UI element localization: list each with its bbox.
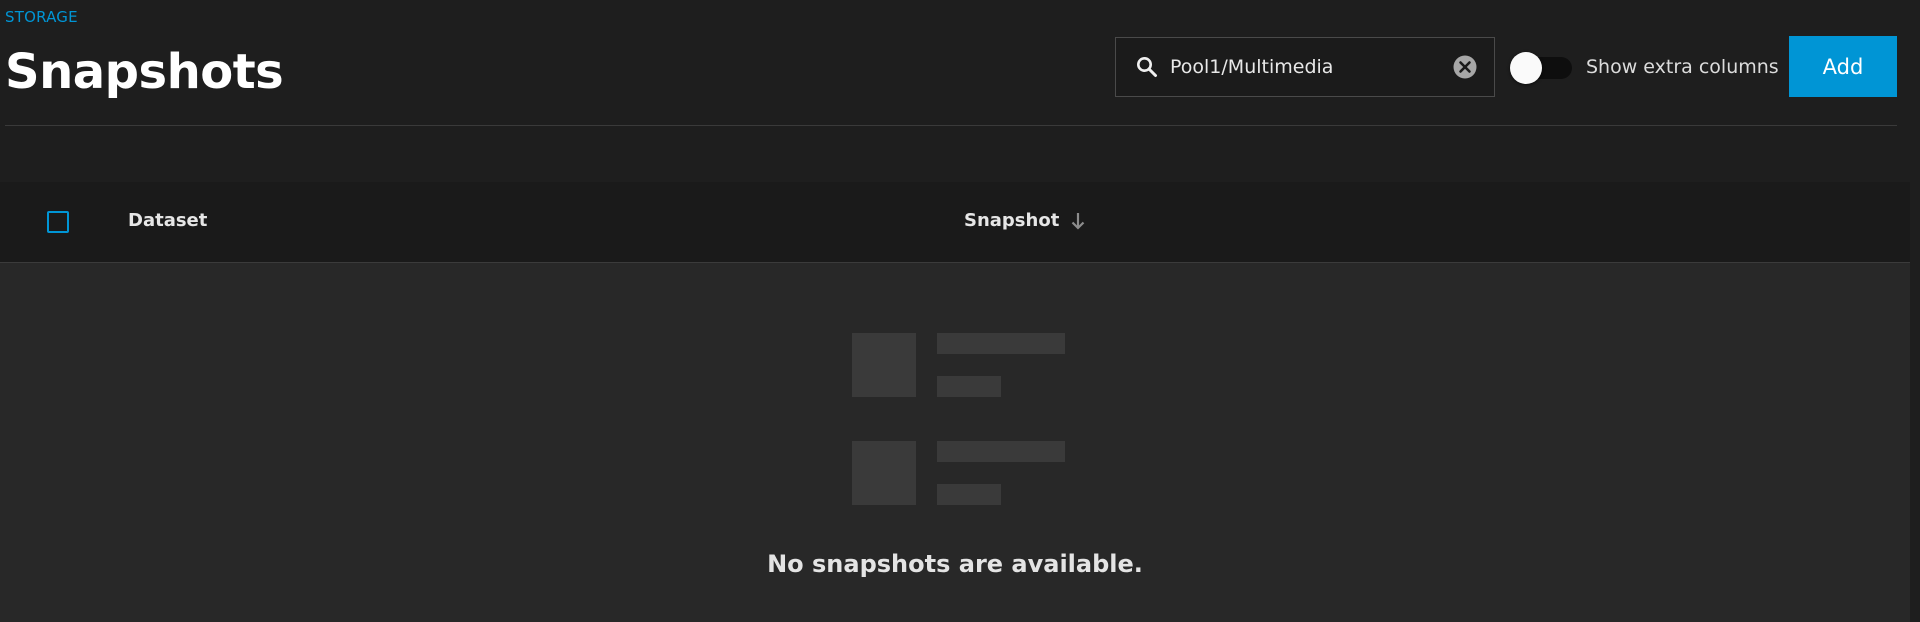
snapshots-page: STORAGE Snapshots Show extra columns Add… [0, 0, 1920, 622]
select-all-checkbox[interactable] [47, 211, 69, 233]
page-title: Snapshots [5, 44, 284, 100]
column-header-snapshot[interactable]: Snapshot [964, 210, 1087, 231]
search-input[interactable] [1170, 47, 1452, 87]
arrow-down-icon [1069, 211, 1087, 231]
clear-icon[interactable] [1452, 54, 1478, 80]
table-header: Dataset Snapshot [0, 182, 1910, 263]
search-box [1115, 37, 1495, 97]
header-divider [5, 125, 1897, 126]
breadcrumb[interactable]: STORAGE [5, 8, 78, 26]
toggle-thumb [1510, 52, 1542, 84]
table-body: No snapshots are available. [0, 263, 1910, 622]
column-header-dataset[interactable]: Dataset [128, 210, 207, 231]
toggle-label[interactable]: Show extra columns [1586, 56, 1779, 78]
show-extra-columns-toggle[interactable] [1510, 52, 1572, 84]
empty-state-message: No snapshots are available. [767, 550, 1143, 578]
empty-list-icon [852, 333, 1065, 505]
search-icon [1134, 54, 1160, 80]
add-button[interactable]: Add [1789, 36, 1897, 97]
column-header-snapshot-label: Snapshot [964, 210, 1060, 231]
